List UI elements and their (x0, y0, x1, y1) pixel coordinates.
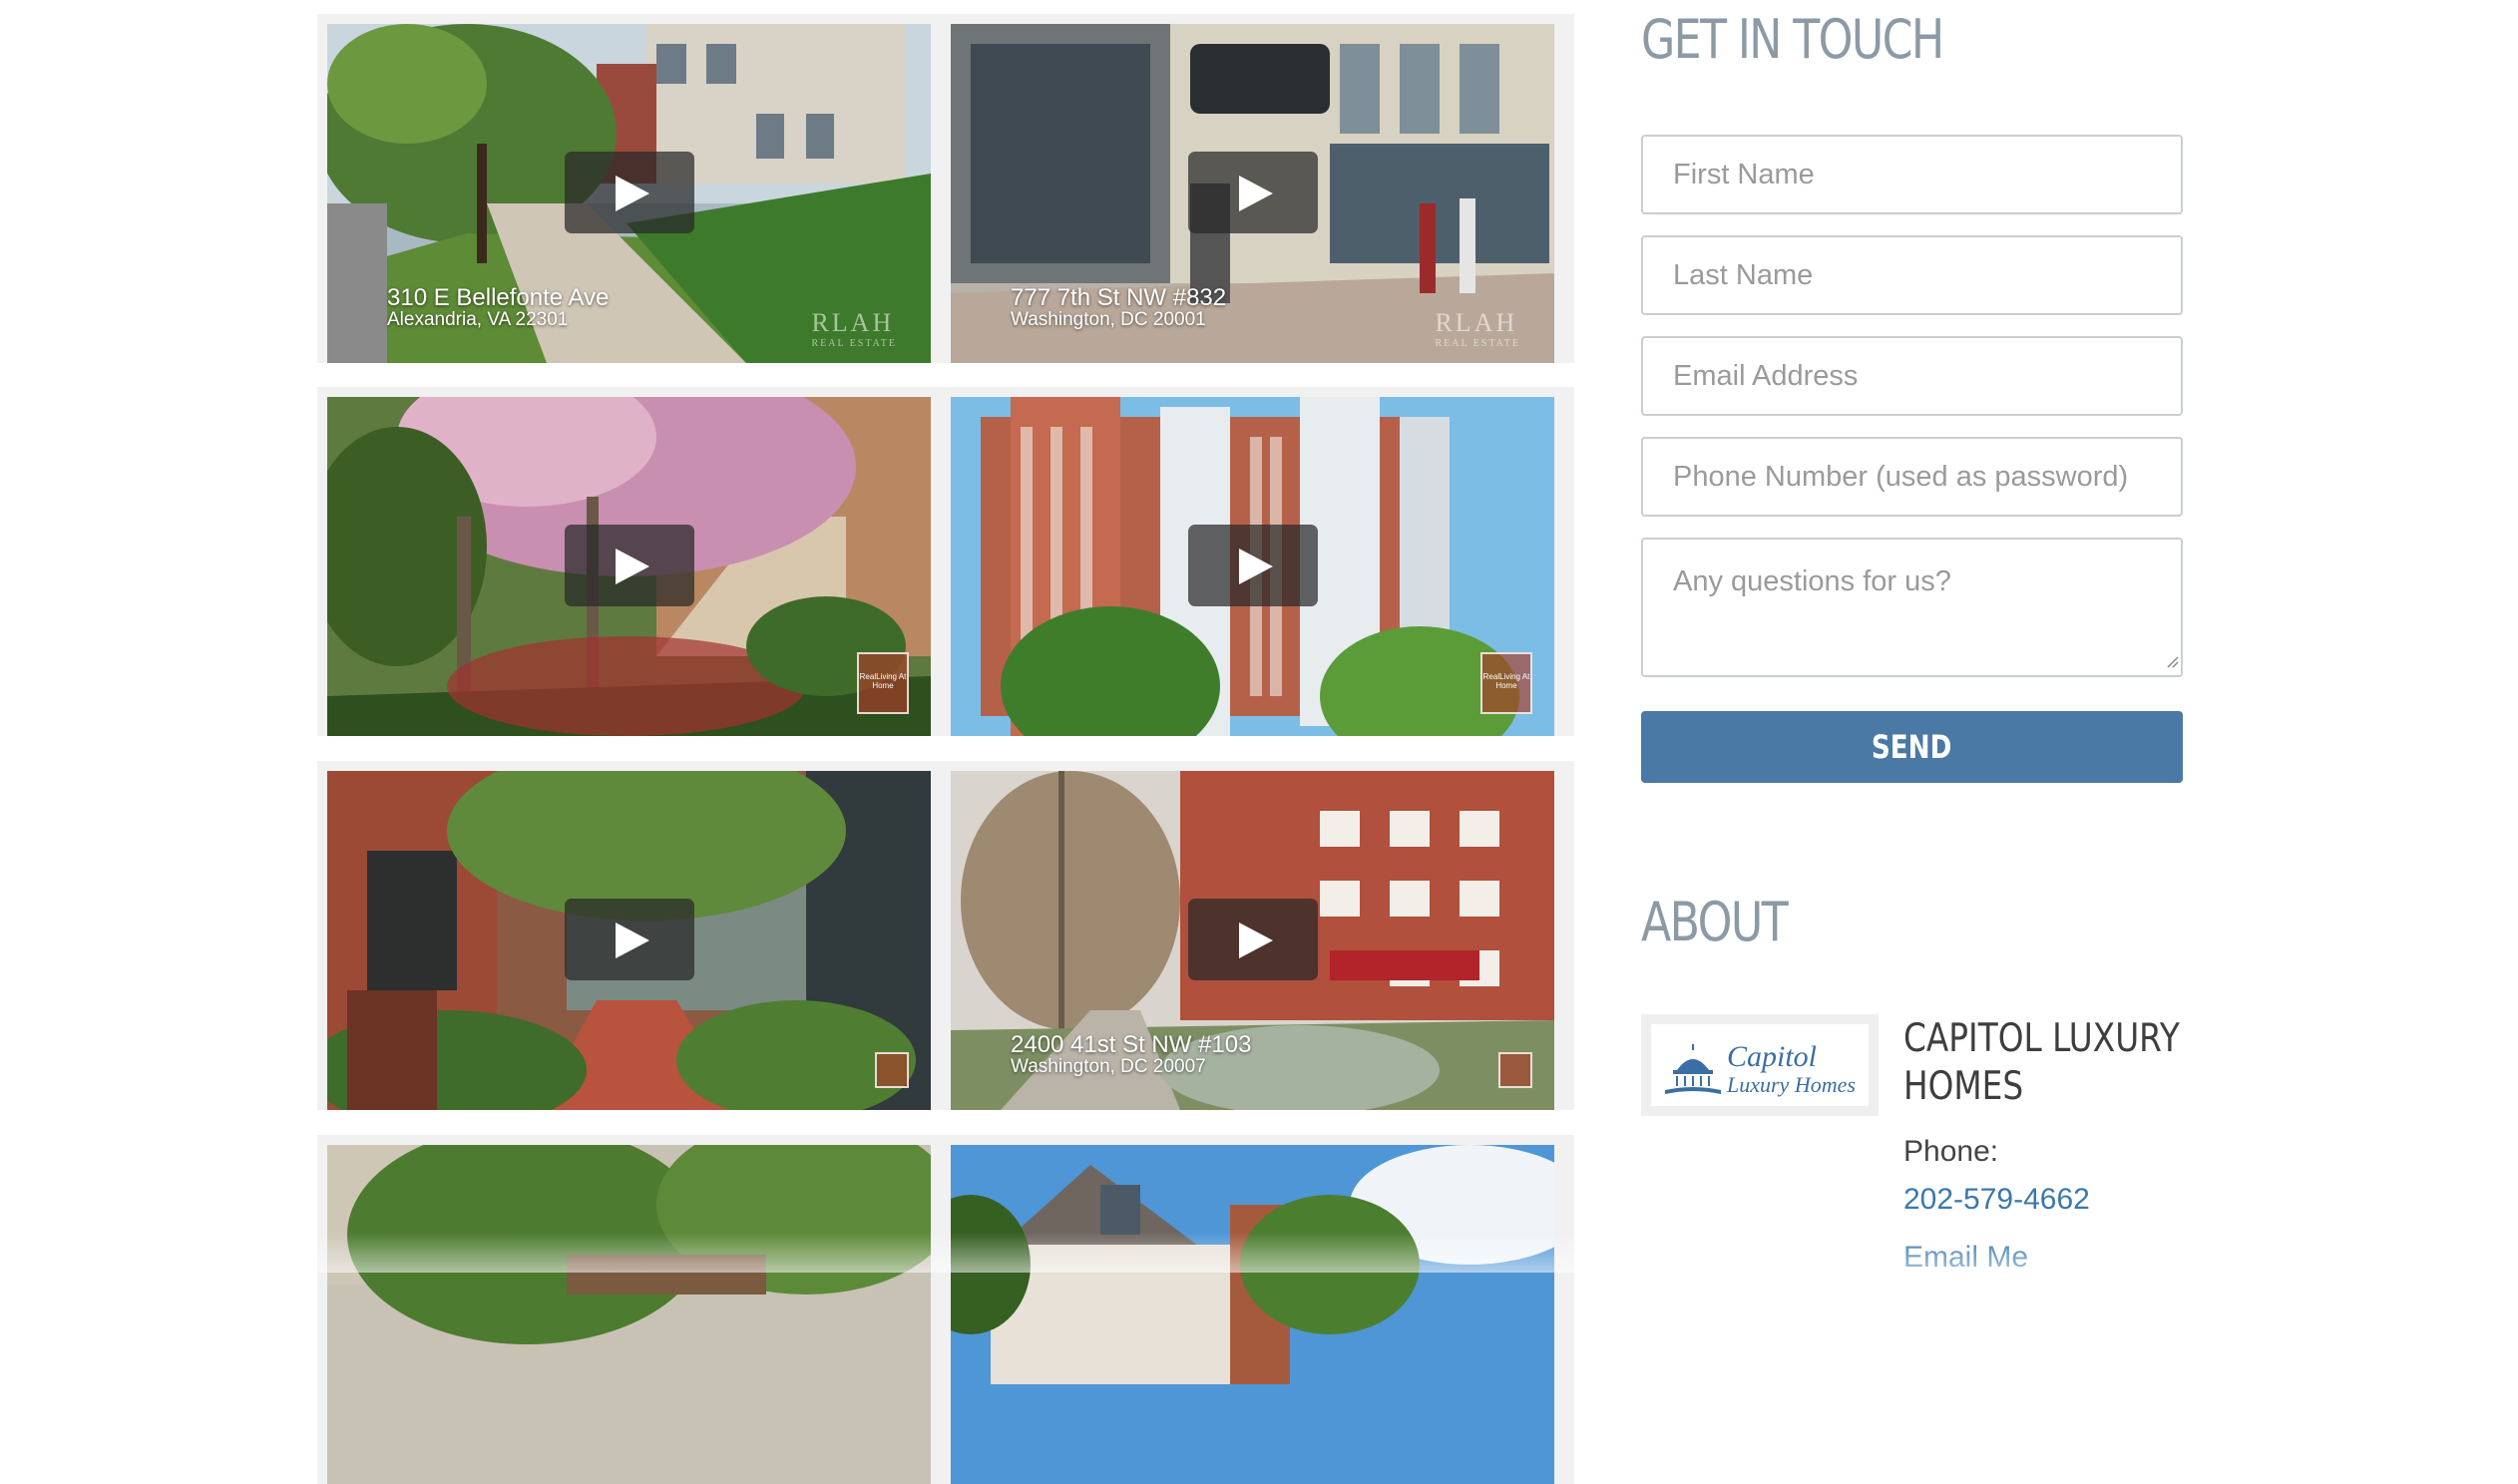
play-icon (1239, 176, 1273, 211)
video-thumbnail[interactable] (327, 1145, 931, 1484)
email-field[interactable] (1641, 336, 2183, 416)
play-button[interactable] (565, 525, 694, 606)
play-icon (1239, 549, 1273, 584)
video-thumbnail[interactable]: 310 E Bellefonte Ave Alexandria, VA 2230… (327, 24, 931, 363)
first-name-field[interactable] (1641, 135, 2183, 214)
brand-badge: RealLiving At Home (857, 652, 909, 714)
logo-line2: Luxury Homes (1727, 1072, 1856, 1097)
video-thumbnail[interactable] (327, 771, 931, 1110)
watermark-text: RLAH (811, 308, 895, 337)
video-row: 310 E Bellefonte Ave Alexandria, VA 2230… (317, 14, 1574, 363)
video-caption: 777 7th St NW #832 Washington, DC 20001 (1011, 285, 1226, 330)
send-button-label: SEND (1872, 728, 1952, 766)
video-city: Washington, DC 20001 (1011, 309, 1206, 331)
phone-link[interactable]: 202-579-4662 (1903, 1183, 2090, 1217)
brand-badge-text: RealLiving At Home (859, 672, 907, 690)
play-icon (1239, 923, 1273, 958)
brand-badge-text: RealLiving At Home (1482, 672, 1530, 690)
play-button[interactable] (565, 152, 694, 233)
video-scene-garden (327, 1145, 931, 1484)
phone-label: Phone: (1903, 1135, 1999, 1168)
phone-field[interactable] (1641, 437, 2183, 517)
play-button[interactable] (1188, 152, 1318, 233)
company-name: CAPITOL LUXURY HOMES (1903, 1016, 2180, 1109)
capitol-dome-icon (1665, 1044, 1721, 1094)
watermark-text: RLAH (1435, 308, 1518, 337)
video-city: Alexandria, VA 22301 (387, 309, 569, 331)
video-thumbnail[interactable]: 2400 41st St NW #103 Washington, DC 2000… (951, 771, 1554, 1110)
get-in-touch-title: GET IN TOUCH (1641, 8, 1944, 71)
play-button[interactable] (1188, 899, 1318, 980)
about-title: ABOUT (1641, 891, 1789, 953)
last-name-field[interactable] (1641, 235, 2183, 315)
watermark-logo: RLAH REAL ESTATE (1435, 308, 1520, 349)
questions-field[interactable] (1641, 538, 2183, 677)
send-button[interactable]: SEND (1641, 711, 2183, 783)
company-logo-text: Capitol Luxury Homes (1727, 1042, 1856, 1096)
video-city: Washington, DC 20007 (1011, 1056, 1206, 1078)
video-row: 2400 41st St NW #103 Washington, DC 2000… (317, 761, 1574, 1110)
play-icon (616, 923, 649, 958)
video-caption: 2400 41st St NW #103 Washington, DC 2000… (1011, 1032, 1251, 1077)
play-button[interactable] (1188, 525, 1318, 606)
brand-badge: RealLiving At Home (1480, 652, 1532, 714)
watermark-subtext: REAL ESTATE (811, 338, 897, 349)
watermark-subtext: REAL ESTATE (1435, 338, 1520, 349)
play-icon (616, 176, 649, 211)
video-grid: 310 E Bellefonte Ave Alexandria, VA 2230… (0, 0, 1574, 1484)
company-logo: Capitol Luxury Homes (1641, 1014, 1879, 1116)
video-row: RealLiving At Home RealLiving At Home (317, 387, 1574, 736)
brand-badge (875, 1052, 909, 1088)
video-scene-suburban-house (951, 1145, 1554, 1484)
video-caption: 310 E Bellefonte Ave Alexandria, VA 2230… (387, 285, 609, 330)
email-me-link[interactable]: Email Me (1903, 1241, 2028, 1275)
video-address: 2400 41st St NW #103 (1011, 1031, 1252, 1058)
video-thumbnail[interactable]: RealLiving At Home (327, 397, 931, 736)
video-row (317, 1135, 1574, 1484)
brand-badge (1498, 1052, 1532, 1088)
play-button[interactable] (565, 899, 694, 980)
resize-handle-icon[interactable] (2167, 656, 2179, 668)
watermark-logo: RLAH REAL ESTATE (811, 308, 897, 349)
company-logo-inner: Capitol Luxury Homes (1651, 1024, 1869, 1106)
video-thumbnail[interactable]: 777 7th St NW #832 Washington, DC 20001 … (951, 24, 1554, 363)
video-address: 310 E Bellefonte Ave (387, 284, 610, 311)
video-thumbnail[interactable] (951, 1145, 1554, 1484)
video-address: 777 7th St NW #832 (1011, 284, 1227, 311)
play-icon (616, 549, 649, 584)
logo-line1: Capitol (1727, 1040, 1818, 1073)
video-thumbnail[interactable]: RealLiving At Home (951, 397, 1554, 736)
